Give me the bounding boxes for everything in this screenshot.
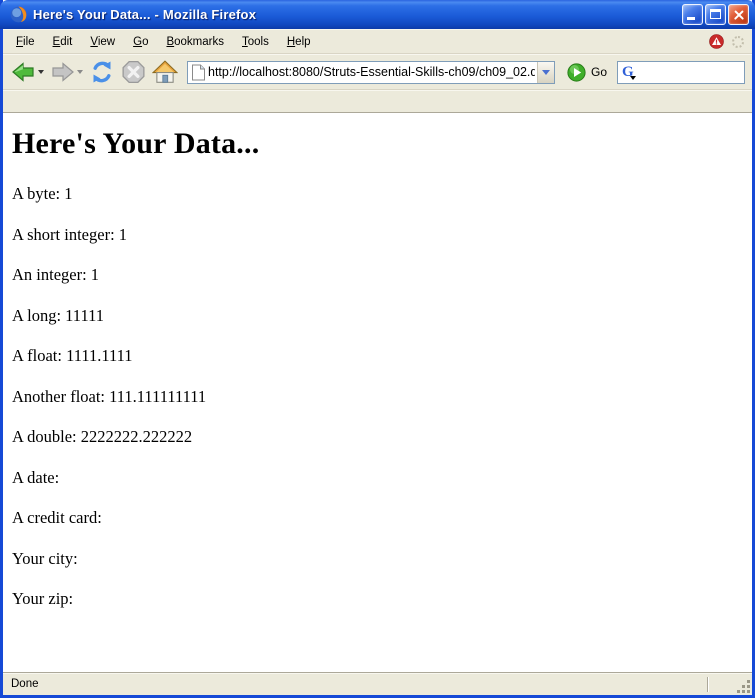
- close-button[interactable]: [728, 4, 749, 25]
- bookmarks-toolbar: [3, 90, 752, 113]
- reload-icon: [89, 60, 115, 84]
- data-line-date: A date:: [12, 468, 744, 487]
- status-bar: Done: [3, 672, 752, 695]
- firefox-icon: [10, 6, 27, 23]
- menu-bookmarks[interactable]: Bookmarks: [157, 33, 233, 51]
- resize-grip[interactable]: [737, 680, 750, 693]
- back-icon: [11, 61, 36, 83]
- data-line-short: A short integer: 1: [12, 225, 744, 244]
- throbber-icon: [732, 36, 744, 48]
- menu-go[interactable]: Go: [124, 33, 157, 51]
- home-button[interactable]: [151, 58, 179, 86]
- forward-dropdown-icon: [77, 70, 83, 74]
- reload-button[interactable]: [88, 58, 116, 86]
- stop-button[interactable]: [120, 58, 147, 86]
- status-separator: [707, 677, 708, 692]
- page-icon: [191, 64, 206, 81]
- maximize-button[interactable]: [705, 4, 726, 25]
- menu-help[interactable]: Help: [278, 33, 320, 51]
- go-button-label[interactable]: Go: [591, 65, 607, 79]
- stop-icon: [121, 60, 146, 84]
- address-input[interactable]: [206, 63, 537, 82]
- minimize-icon: [687, 17, 695, 20]
- popup-alert-icon[interactable]: [709, 34, 724, 49]
- page-content: Here's Your Data... A byte: 1 A short in…: [3, 113, 752, 672]
- go-button[interactable]: Go: [563, 63, 613, 82]
- back-dropdown-icon[interactable]: [38, 70, 44, 74]
- menu-tools[interactable]: Tools: [233, 33, 278, 51]
- forward-button[interactable]: [49, 59, 84, 85]
- firefox-window: Here's Your Data... - Mozilla Firefox Fi…: [0, 0, 755, 698]
- data-line-another-float: Another float: 111.111111111: [12, 387, 744, 406]
- window-controls: [682, 4, 749, 25]
- data-line-byte: A byte: 1: [12, 184, 744, 203]
- menu-edit[interactable]: Edit: [44, 33, 82, 51]
- maximize-icon: [710, 9, 721, 19]
- menu-view[interactable]: View: [81, 33, 124, 51]
- back-button[interactable]: [10, 59, 45, 85]
- data-line-float: A float: 1111.1111: [12, 346, 744, 365]
- data-line-integer: An integer: 1: [12, 265, 744, 284]
- data-line-zip: Your zip:: [12, 589, 744, 608]
- data-line-city: Your city:: [12, 549, 744, 568]
- address-dropdown-button[interactable]: [537, 62, 554, 83]
- chevron-down-icon: [542, 70, 550, 75]
- forward-icon: [50, 61, 75, 83]
- menu-file[interactable]: File: [7, 33, 44, 51]
- address-bar[interactable]: [187, 61, 555, 84]
- navigation-toolbar: Go G: [3, 54, 752, 90]
- minimize-button[interactable]: [682, 4, 703, 25]
- search-engine-dropdown-icon[interactable]: [630, 76, 636, 80]
- go-icon: [567, 63, 586, 82]
- title-bar: Here's Your Data... - Mozilla Firefox: [0, 0, 755, 29]
- menu-bar: File Edit View Go Bookmarks Tools Help: [3, 29, 752, 54]
- data-line-credit-card: A credit card:: [12, 508, 744, 527]
- window-title: Here's Your Data... - Mozilla Firefox: [33, 7, 682, 22]
- search-bar[interactable]: G: [617, 61, 745, 84]
- search-input[interactable]: [634, 63, 744, 81]
- data-line-double: A double: 2222222.222222: [12, 427, 744, 446]
- data-line-long: A long: 11111: [12, 306, 744, 325]
- status-text: Done: [11, 678, 39, 690]
- home-icon: [152, 60, 178, 84]
- page-heading: Here's Your Data...: [12, 127, 744, 161]
